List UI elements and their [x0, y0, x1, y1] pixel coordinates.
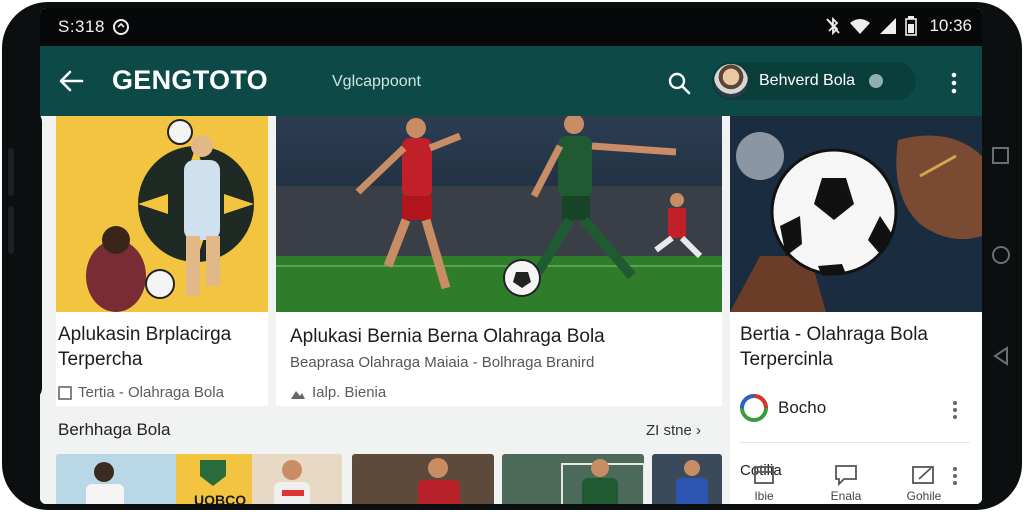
- more-vert-icon[interactable]: [944, 70, 964, 96]
- thumbnail-3[interactable]: [502, 454, 644, 504]
- card-1-title-line1: Aplukasin Brplacirga: [58, 324, 232, 345]
- article-card-3[interactable]: Bertia - Olahraga Bola Terpercinla Bocho…: [730, 116, 982, 504]
- card-3-image: [730, 116, 982, 312]
- card-3-title-line1: Bertia - Olahraga Bola: [740, 324, 928, 345]
- wifi-icon: [850, 19, 871, 34]
- back-arrow-icon[interactable]: [56, 66, 88, 96]
- action-window-label: Ibie: [754, 489, 774, 503]
- comment-icon: [835, 465, 857, 487]
- card-3-title-line2: Terpercinla: [740, 349, 833, 370]
- action-comment-label: Enala: [830, 489, 862, 503]
- volume-up-button: [8, 148, 14, 196]
- card-1-title: Aplukasin Brplacirga Terpercha: [58, 322, 268, 372]
- article-card-1[interactable]: Aplukasin Brplacirga Terpercha Tertia - …: [56, 116, 268, 406]
- see-all-label: ZI stne: [646, 422, 692, 439]
- account-lock-icon: [869, 74, 884, 88]
- app-subtitle: Vglcappoont: [332, 73, 421, 90]
- action-comment-button[interactable]: Enala: [816, 464, 876, 503]
- account-chip[interactable]: Behverd Bola: [712, 62, 916, 100]
- card-2-image: [276, 116, 722, 312]
- card-3-title: Bertia - Olahraga Bola Terpercinla: [740, 322, 980, 372]
- search-icon[interactable]: [666, 70, 692, 96]
- bluetooth-off-icon: [826, 17, 841, 35]
- camera-cutout: [16, 110, 42, 400]
- thumbnail-4-image: [652, 454, 722, 504]
- author-row[interactable]: Bocho: [740, 394, 826, 422]
- status-icons: 10:36: [825, 16, 972, 36]
- thumbnail-2-image: [352, 454, 494, 504]
- back-key-icon[interactable]: [990, 345, 1012, 367]
- image-icon: [291, 390, 305, 399]
- phone: S:318 10:36 GENGTOTO Vglcappoont Behverd…: [0, 0, 1024, 512]
- home-key-icon[interactable]: [990, 244, 1012, 266]
- card-1-image: [56, 116, 268, 312]
- section-title: Berhhaga Bola: [58, 420, 171, 439]
- card-2-meta-text: Ialp. Bienia: [312, 384, 387, 401]
- battery-icon: [905, 16, 918, 36]
- app-title: GENGTOTO: [112, 65, 268, 95]
- author-more-icon[interactable]: [952, 400, 958, 420]
- status-time-left: S:318: [58, 17, 105, 36]
- divider: [740, 442, 970, 443]
- status-time-right: 10:36: [929, 16, 972, 35]
- share-icon: [912, 466, 934, 484]
- see-all-link[interactable]: ZI stne ›: [646, 422, 701, 439]
- author-name: Bocho: [778, 398, 827, 417]
- account-name: Behverd Bola: [759, 72, 856, 89]
- card-2-title: Aplukasi Bernia Berna Olahraga Bola: [290, 326, 605, 347]
- author-avatar-icon: [740, 394, 768, 422]
- chevron-right-icon: ›: [696, 422, 702, 439]
- article-card-2[interactable]: Aplukasi Bernia Berna Olahraga Bola Beap…: [276, 116, 722, 406]
- content-area: Aplukasin Brplacirga Terpercha Tertia - …: [40, 116, 982, 504]
- thumbnail-3-image: [502, 454, 644, 504]
- card-1-meta: Tertia - Olahraga Bola: [58, 384, 224, 401]
- thumbnail-2[interactable]: [352, 454, 494, 504]
- app-bar: GENGTOTO Vglcappoont Behverd Bola: [40, 46, 982, 116]
- card-2-meta: Ialp. Bienia: [290, 384, 386, 401]
- category-icon: [58, 385, 72, 400]
- thumbnail-4[interactable]: [652, 454, 722, 504]
- card-1-meta-text: Tertia - Olahraga Bola: [78, 384, 224, 401]
- window-icon: [754, 466, 774, 484]
- status-bar: S:318 10:36: [40, 8, 982, 46]
- action-window-button[interactable]: Ibie: [734, 464, 794, 503]
- action-share-label: Gohile: [906, 489, 942, 503]
- action-share-button[interactable]: Gohile: [894, 464, 954, 503]
- thumbnail-1[interactable]: UOBCO: [56, 454, 342, 504]
- card-2-subtitle: Beaprasa Olahraga Maiaia - Bolhraga Bran…: [290, 354, 595, 371]
- phone-screen: S:318 10:36 GENGTOTO Vglcappoont Behverd…: [40, 8, 982, 504]
- recents-key-icon[interactable]: [990, 146, 1012, 166]
- volume-down-button: [8, 206, 14, 254]
- avatar: [712, 62, 750, 100]
- card-1-title-line2: Terpercha: [58, 349, 143, 370]
- signal-icon: [880, 18, 897, 34]
- thumbnail-1-label: UOBCO: [194, 492, 247, 504]
- sync-icon: [113, 19, 129, 35]
